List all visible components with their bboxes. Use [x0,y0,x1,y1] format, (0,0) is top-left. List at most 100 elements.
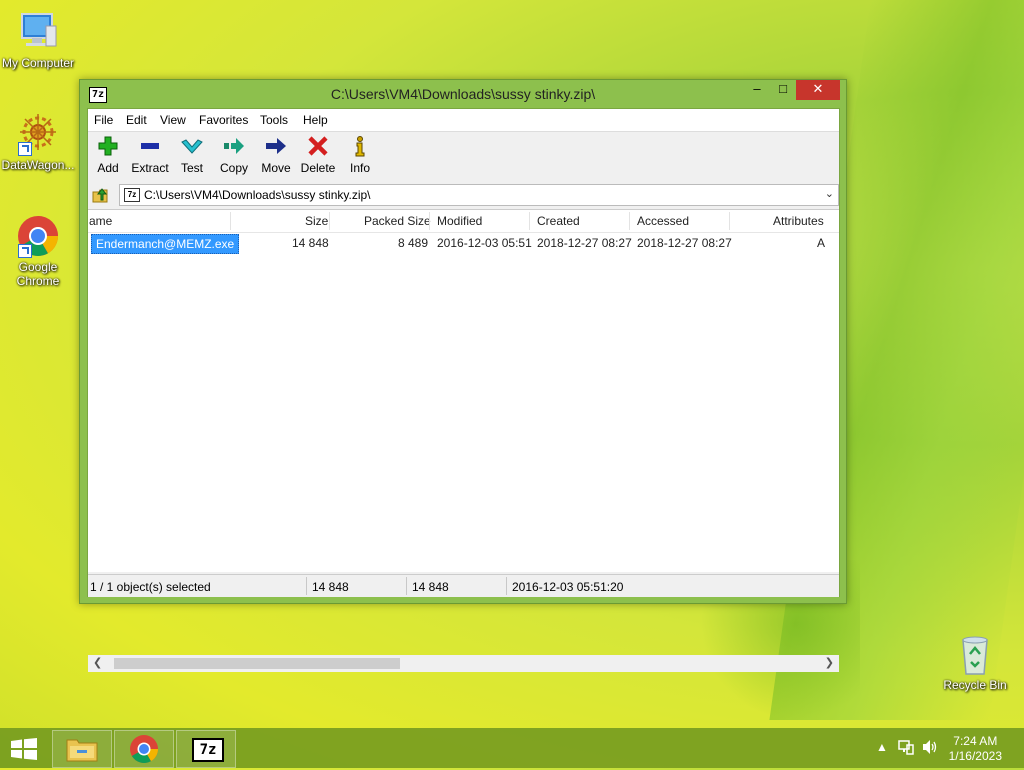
created-cell: 2018-12-27 08:27 [537,236,632,250]
clock-time: 7:24 AM [953,734,998,748]
status-date: 2016-12-03 05:51:20 [512,580,624,594]
column-packed-size[interactable]: Packed Size [364,214,431,228]
desktop-icon-recycle-bin[interactable]: Recycle Bin [937,632,1013,692]
file-list[interactable]: ame Size Packed Size Modified Created Ac… [88,209,839,672]
folder-up-button[interactable] [92,186,110,204]
delete-button[interactable]: Delete [298,135,338,175]
scroll-left-arrow[interactable]: ❮ [93,656,102,669]
column-divider[interactable] [729,212,730,230]
arrow-right-icon [256,135,296,157]
chrome-icon [130,735,158,763]
menu-view[interactable]: View [160,113,186,127]
test-button[interactable]: Test [172,135,212,175]
path-combobox[interactable]: 7z C:\Users\VM4\Downloads\sussy stinky.z… [119,184,839,206]
add-button[interactable]: Add [88,135,128,175]
menu-favorites[interactable]: Favorites [199,113,248,127]
computer-icon [16,10,60,54]
status-divider [306,577,307,595]
minus-icon [130,135,170,157]
desktop-icon-label: My Computer [1,56,75,70]
show-hidden-icons-button[interactable]: ▲ [876,740,888,754]
path-text: C:\Users\VM4\Downloads\sussy stinky.zip\ [144,188,371,202]
toolbar: Add Extract Test Copy Move Delete Info [88,132,839,180]
desktop-icon-google-chrome[interactable]: Google Chrome [0,214,76,288]
attributes-cell: A [817,236,826,250]
menu-help[interactable]: Help [303,113,328,127]
folder-icon [66,739,98,762]
desktop-icon-label: Google [18,260,58,274]
clock[interactable]: 7:24 AM 1/16/2023 [949,734,1002,764]
status-packed: 14 848 [412,580,449,594]
desktop-icon-datawagon[interactable]: DataWagon... [0,112,76,172]
copy-button[interactable]: Copy [214,135,254,175]
info-button[interactable]: Info [340,135,380,175]
test-label: Test [180,161,203,175]
extract-label: Extract [131,161,169,175]
scrollbar-thumb[interactable] [114,658,400,669]
file-name-cell[interactable]: Endermanch@MEMZ.exe [91,234,240,254]
column-modified[interactable]: Modified [437,214,482,228]
size-cell: 14 848 [292,236,329,250]
datawagon-icon [16,112,60,156]
column-divider[interactable] [230,212,231,230]
status-size: 14 848 [312,580,349,594]
move-button[interactable]: Move [256,135,296,175]
menu-edit[interactable]: Edit [126,113,147,127]
seven-zip-window: 7z C:\Users\VM4\Downloads\sussy stinky.z… [79,79,847,672]
move-label: Move [261,161,291,175]
chrome-icon [16,214,60,258]
recycle-bin-icon [953,632,997,676]
address-bar: 7z C:\Users\VM4\Downloads\sussy stinky.z… [88,183,839,207]
column-divider[interactable] [429,212,430,230]
column-accessed[interactable]: Accessed [637,214,689,228]
status-divider [406,577,407,595]
clock-date: 1/16/2023 [948,749,1002,763]
taskbar-google-chrome[interactable] [114,730,174,768]
menu-bar: File Edit View Favorites Tools Help [88,109,839,132]
status-bar: 1 / 1 object(s) selected 14 848 14 848 2… [88,574,839,597]
desktop-icon-my-computer[interactable]: My Computer [0,10,76,70]
status-divider [506,577,507,595]
x-icon [298,135,338,157]
accessed-cell: 2018-12-27 08:27 [637,236,732,250]
network-icon[interactable] [898,739,914,758]
shortcut-arrow-icon [18,244,32,258]
minimize-button[interactable]: – [744,80,770,100]
modified-cell: 2016-12-03 05:51 [437,236,532,250]
horizontal-scrollbar[interactable]: ❮ ❯ [88,655,839,672]
add-label: Add [97,161,119,175]
chevron-down-icon[interactable]: ⌄ [825,187,834,200]
column-divider[interactable] [529,212,530,230]
column-divider[interactable] [629,212,630,230]
desktop-icon-label: DataWagon... [1,158,75,172]
volume-icon[interactable] [922,739,938,758]
window-title: C:\Users\VM4\Downloads\sussy stinky.zip\ [330,86,596,102]
taskbar-file-explorer[interactable] [52,730,112,768]
start-button[interactable] [10,738,38,760]
column-headers: ame Size Packed Size Modified Created Ac… [88,210,839,233]
menu-file[interactable]: File [94,113,113,127]
delete-label: Delete [300,161,336,175]
extract-button[interactable]: Extract [130,135,170,175]
close-button[interactable]: ✕ [796,80,840,100]
column-attributes[interactable]: Attributes [773,214,824,228]
table-row[interactable]: Endermanch@MEMZ.exe 14 848 8 489 2016-12… [88,233,839,254]
maximize-button[interactable]: □ [770,80,796,100]
menu-tools[interactable]: Tools [260,113,288,127]
double-arrow-icon [214,135,254,157]
column-name[interactable]: ame [89,214,112,228]
column-size[interactable]: Size [305,214,328,228]
taskbar: 7z ▲ 7:24 AM 1/16/2023 [0,728,1024,768]
plus-icon [88,135,128,157]
scroll-right-arrow[interactable]: ❯ [825,656,834,669]
window-client: File Edit View Favorites Tools Help Add … [87,108,840,672]
archive-icon: 7z [124,188,140,202]
copy-label: Copy [219,161,248,175]
column-divider[interactable] [329,212,330,230]
check-icon [172,135,212,157]
packed-size-cell: 8 489 [398,236,429,250]
folder-up-icon [92,188,108,203]
column-created[interactable]: Created [537,214,580,228]
title-bar[interactable]: 7z C:\Users\VM4\Downloads\sussy stinky.z… [80,80,846,108]
taskbar-7-zip[interactable]: 7z [176,730,236,768]
